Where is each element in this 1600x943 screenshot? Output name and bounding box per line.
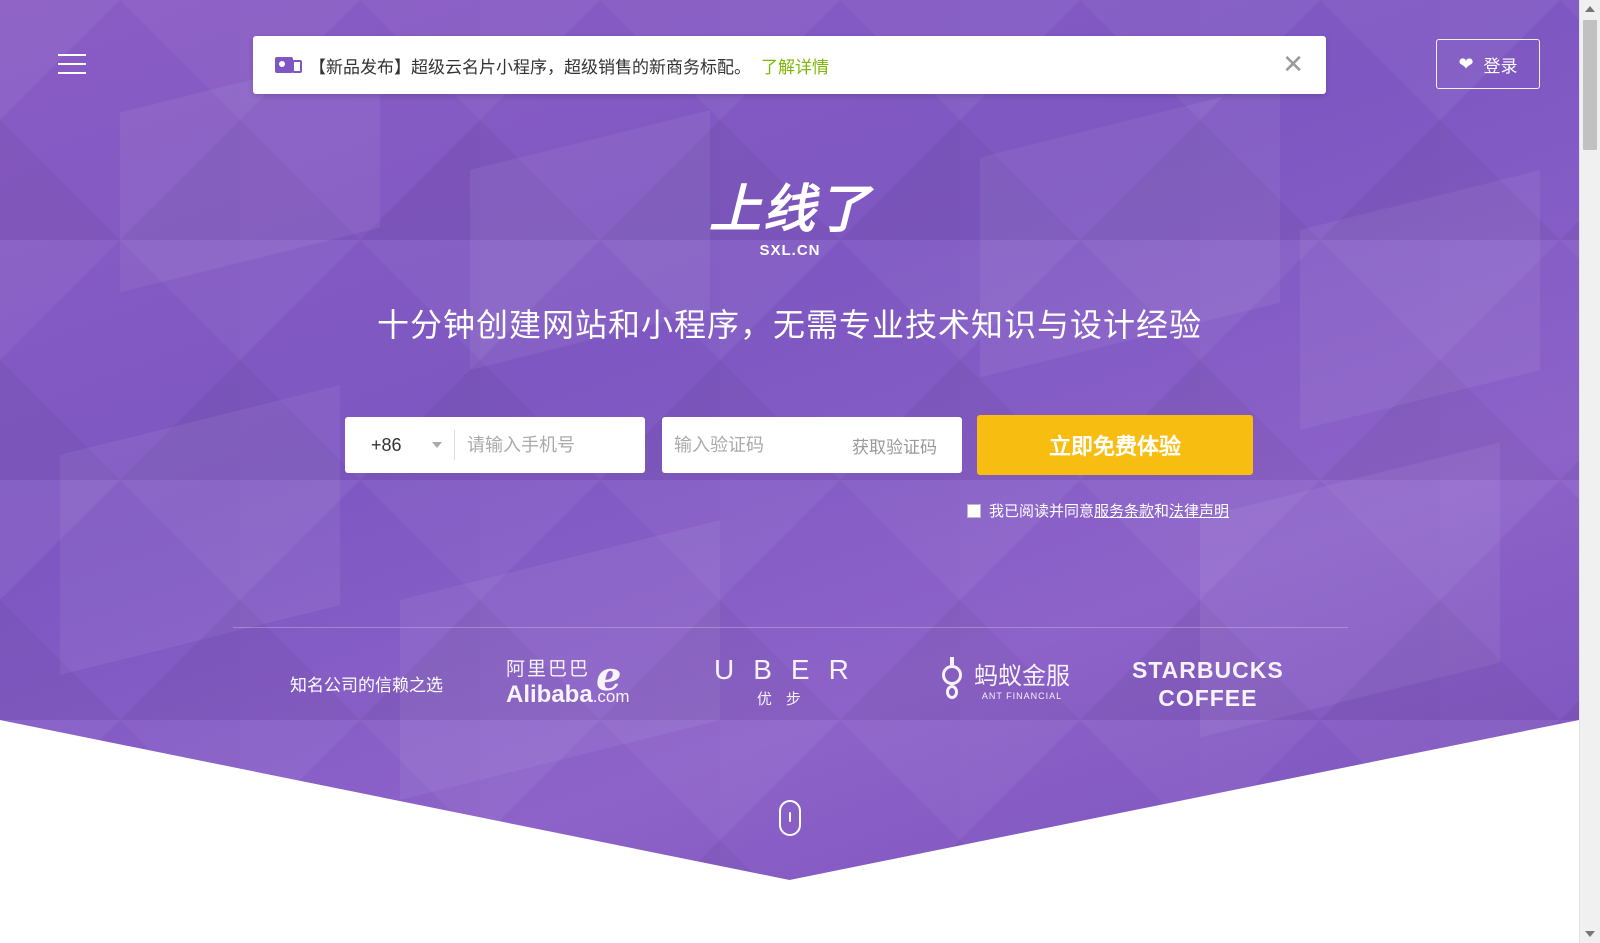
hamburger-icon-line: [58, 63, 86, 65]
hamburger-icon-line: [58, 72, 86, 74]
login-label: 登录: [1483, 56, 1518, 76]
ant-logo-en: ANT FINANCIAL: [981, 691, 1063, 701]
country-code-value: +86: [371, 434, 402, 455]
scroll-up-arrow-icon[interactable]: [1585, 6, 1595, 12]
starbucks-logo-line1: STARBUCKS: [1132, 657, 1284, 683]
logo-text-en: SXL.CN: [759, 242, 821, 259]
login-button[interactable]: ❤ 登录: [1436, 39, 1540, 89]
chevron-down-icon: [432, 442, 442, 448]
page: 【新品发布】超级云名片小程序，超级销售的新商务标配。 了解详情 ✕ ❤ 登录 上…: [0, 0, 1600, 943]
hero-slogan: 十分钟创建网站和小程序，无需专业技术知识与设计经验: [376, 307, 1202, 343]
scroll-down-mouse-icon[interactable]: [779, 800, 801, 836]
scrollbar-thumb[interactable]: [1583, 20, 1597, 150]
starbucks-logo-line2: COFFEE: [1158, 685, 1258, 711]
business-card-icon: [275, 55, 303, 75]
alibaba-logo: 阿里巴巴 Alibaba.com ℯ: [506, 654, 630, 709]
uber-logo-cn: 优步: [756, 691, 815, 708]
uber-logo-en: UBER: [714, 654, 868, 685]
agree-and-text: 和: [1154, 503, 1170, 520]
agreement-row: 我已阅读并同意 服务条款 和 法律声明: [967, 500, 1229, 521]
heart-icon: ❤: [1458, 53, 1474, 74]
ant-financial-logo: 蚂蚁金服 ANT FINANCIAL: [938, 656, 1070, 701]
announcement-text: 【新品发布】超级云名片小程序，超级销售的新商务标配。: [309, 57, 751, 77]
alibaba-swoosh-icon: ℯ: [596, 655, 622, 699]
announcement-bar: 【新品发布】超级云名片小程序，超级销售的新商务标配。 了解详情 ✕: [253, 36, 1326, 94]
agree-checkbox[interactable]: [967, 503, 981, 518]
logo-text-cn: 上线了: [708, 181, 871, 239]
site-logo[interactable]: 上线了 SXL.CN: [700, 180, 880, 259]
country-code-select[interactable]: +86: [345, 430, 455, 460]
bg-tile: [60, 385, 340, 675]
free-trial-button[interactable]: 立即免费体验: [977, 415, 1253, 475]
ant-icon: [938, 656, 966, 701]
get-code-button[interactable]: 获取验证码: [852, 433, 937, 458]
agree-text: 我已阅读并同意: [989, 503, 1095, 520]
starbucks-logo: STARBUCKS COFFEE: [1132, 656, 1284, 712]
terms-of-service-link[interactable]: 服务条款: [1094, 500, 1154, 521]
phone-field-group: +86: [345, 417, 645, 473]
uber-logo: UBER 优步: [714, 654, 868, 709]
verification-code-input[interactable]: [662, 433, 852, 457]
hamburger-icon-line: [58, 54, 86, 56]
legal-notice-link[interactable]: 法律声明: [1169, 500, 1229, 521]
page-scrollbar[interactable]: [1579, 0, 1600, 943]
menu-button[interactable]: [58, 54, 86, 76]
verification-code-group: 获取验证码: [662, 417, 962, 473]
divider: [233, 627, 1348, 628]
trusted-by-label: 知名公司的信赖之选: [290, 676, 443, 695]
scroll-down-arrow-icon[interactable]: [1585, 931, 1595, 937]
close-icon[interactable]: ✕: [1282, 50, 1304, 78]
phone-input[interactable]: [455, 433, 635, 457]
ant-logo-cn: 蚂蚁金服: [974, 663, 1070, 690]
announcement-details-link[interactable]: 了解详情: [761, 53, 829, 78]
